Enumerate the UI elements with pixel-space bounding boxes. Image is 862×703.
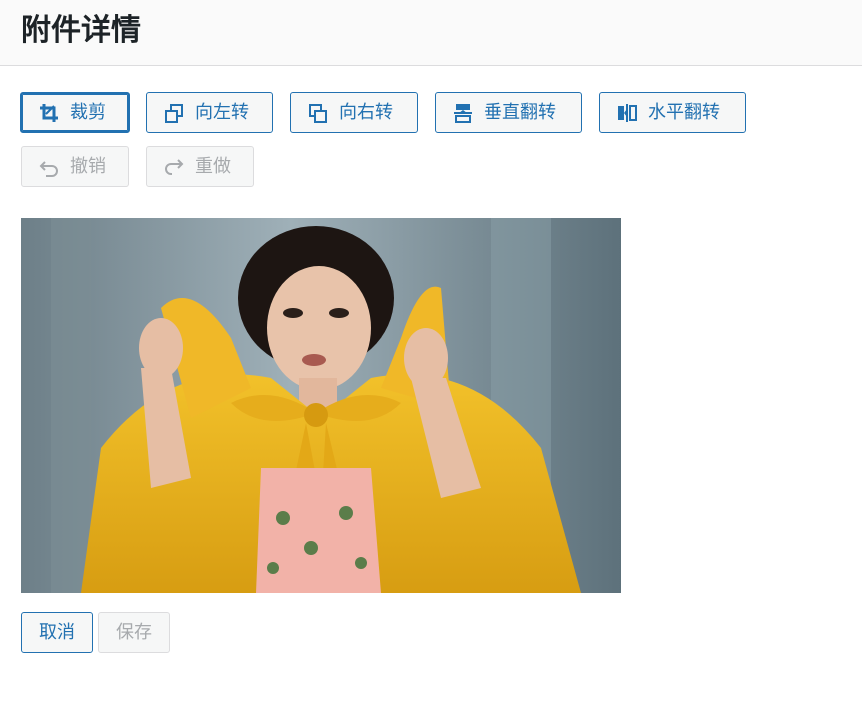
rotate-right-button[interactable]: 向右转 bbox=[290, 92, 418, 133]
rotate-left-label: 向左转 bbox=[195, 101, 249, 123]
flip-vertical-button[interactable]: 垂直翻转 bbox=[435, 92, 582, 133]
save-button[interactable]: 保存 bbox=[98, 612, 170, 653]
page-header: 附件详情 bbox=[0, 0, 862, 66]
cancel-button-label: 取消 bbox=[39, 621, 75, 643]
flip-horizontal-button[interactable]: 水平翻转 bbox=[599, 92, 746, 133]
page-title: 附件详情 bbox=[21, 13, 141, 48]
rotate-right-label: 向右转 bbox=[339, 101, 393, 123]
photo-illustration bbox=[21, 218, 621, 593]
rotate-right-icon bbox=[307, 102, 329, 124]
save-button-label: 保存 bbox=[116, 621, 152, 643]
cancel-button[interactable]: 取消 bbox=[21, 612, 93, 653]
undo-button[interactable]: 撤销 bbox=[21, 146, 129, 187]
flip-horizontal-label: 水平翻转 bbox=[648, 101, 720, 123]
undo-label: 撤销 bbox=[70, 155, 106, 177]
crop-button-label: 裁剪 bbox=[70, 101, 106, 123]
redo-icon bbox=[163, 156, 185, 178]
rotate-left-icon bbox=[163, 102, 185, 124]
flip-horizontal-icon bbox=[616, 102, 638, 124]
redo-button[interactable]: 重做 bbox=[146, 146, 254, 187]
undo-icon bbox=[38, 156, 60, 178]
flip-vertical-icon bbox=[452, 102, 474, 124]
crop-button[interactable]: 裁剪 bbox=[20, 92, 130, 133]
image-preview[interactable] bbox=[21, 218, 621, 593]
redo-label: 重做 bbox=[195, 155, 231, 177]
flip-vertical-label: 垂直翻转 bbox=[484, 101, 556, 123]
crop-icon bbox=[38, 102, 60, 124]
rotate-left-button[interactable]: 向左转 bbox=[146, 92, 273, 133]
